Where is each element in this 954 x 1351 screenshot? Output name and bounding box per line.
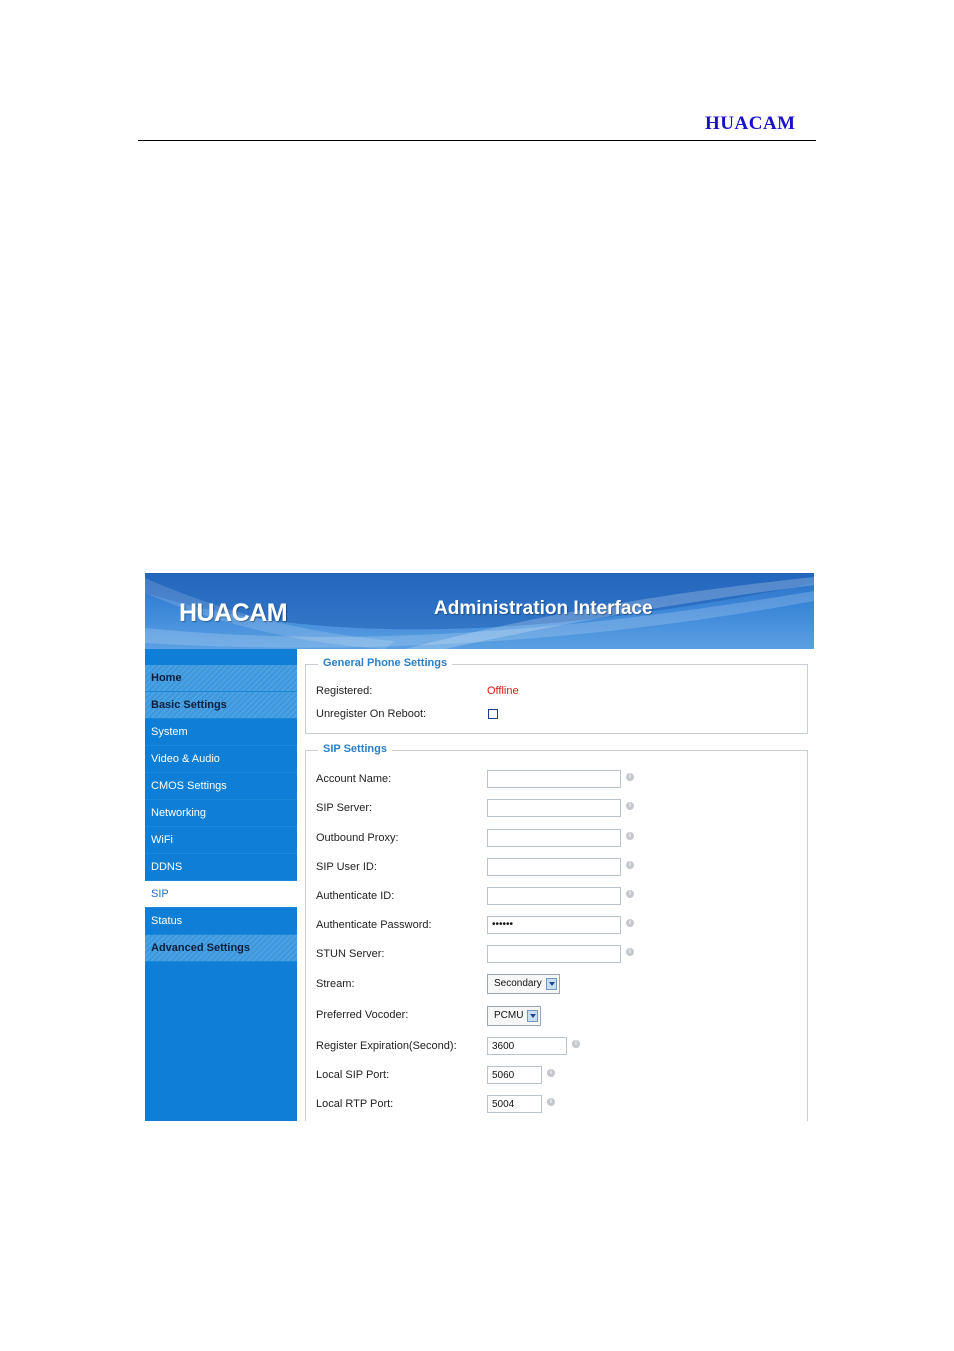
outbound-proxy-label: Outbound Proxy: bbox=[316, 832, 399, 844]
sip-user-id-input[interactable] bbox=[487, 858, 621, 876]
sidebar-item-cmos-settings[interactable]: CMOS Settings bbox=[145, 773, 297, 800]
sidebar-item-video-audio[interactable]: Video & Audio bbox=[145, 746, 297, 773]
sip-server-label: SIP Server: bbox=[316, 802, 373, 814]
preferred-vocoder-select[interactable]: PCMU bbox=[487, 1006, 541, 1026]
authenticate-id-label: Authenticate ID: bbox=[316, 890, 395, 902]
registered-label: Registered: bbox=[316, 685, 373, 697]
local-rtp-port-label: Local RTP Port: bbox=[316, 1098, 394, 1110]
stun-server-input[interactable] bbox=[487, 945, 621, 963]
sip-user-id-label: SIP User ID: bbox=[316, 861, 377, 873]
stream-select[interactable]: Secondary bbox=[487, 974, 560, 994]
document-header-rule bbox=[138, 140, 816, 141]
outbound-proxy-input[interactable] bbox=[487, 829, 621, 847]
admin-banner: HUACAM Administration Interface bbox=[145, 573, 814, 649]
info-icon: i bbox=[626, 919, 634, 927]
sidebar-item-wifi[interactable]: WiFi bbox=[145, 827, 297, 854]
sip-settings-panel: SIP Settings Account Name: i SIP Server:… bbox=[305, 743, 808, 1121]
sidebar-item-networking[interactable]: Networking bbox=[145, 800, 297, 827]
local-sip-port-label: Local SIP Port: bbox=[316, 1069, 390, 1081]
info-icon: i bbox=[572, 1040, 580, 1048]
info-icon: i bbox=[547, 1098, 555, 1106]
stream-label: Stream: bbox=[316, 978, 355, 990]
sip-settings-legend: SIP Settings bbox=[318, 743, 392, 755]
admin-screenshot: HUACAM Administration Interface Home Bas… bbox=[145, 573, 814, 1121]
authenticate-password-input[interactable]: •••••• bbox=[487, 916, 621, 934]
local-sip-port-input[interactable] bbox=[487, 1066, 542, 1084]
info-icon: i bbox=[626, 802, 634, 810]
info-icon: i bbox=[547, 1069, 555, 1077]
account-name-input[interactable] bbox=[487, 770, 621, 788]
info-icon: i bbox=[626, 773, 634, 781]
registered-status: Offline bbox=[487, 685, 519, 697]
info-icon: i bbox=[626, 948, 634, 956]
sidebar-item-status[interactable]: Status bbox=[145, 908, 297, 935]
general-phone-settings-panel: General Phone Settings Registered: Offli… bbox=[305, 657, 808, 734]
banner-logo: HUACAM bbox=[179, 599, 288, 627]
document-header-brand: HUACAM bbox=[705, 113, 796, 134]
general-phone-settings-legend: General Phone Settings bbox=[318, 657, 453, 669]
banner-title: Administration Interface bbox=[434, 598, 653, 619]
sidebar-item-ddns[interactable]: DDNS bbox=[145, 854, 297, 881]
sidebar-item-system[interactable]: System bbox=[145, 719, 297, 746]
register-expiration-input[interactable] bbox=[487, 1037, 567, 1055]
main-content: General Phone Settings Registered: Offli… bbox=[297, 649, 814, 1121]
local-rtp-port-input[interactable] bbox=[487, 1095, 542, 1113]
stun-server-label: STUN Server: bbox=[316, 948, 385, 960]
sidebar-top-spacer bbox=[145, 649, 297, 665]
info-icon: i bbox=[626, 861, 634, 869]
chevron-down-icon bbox=[546, 978, 557, 990]
unregister-on-reboot-checkbox[interactable] bbox=[488, 709, 498, 719]
authenticate-password-label: Authenticate Password: bbox=[316, 919, 432, 931]
info-icon: i bbox=[626, 890, 634, 898]
sidebar: Home Basic Settings System Video & Audio… bbox=[145, 649, 297, 1121]
preferred-vocoder-select-value: PCMU bbox=[494, 1010, 524, 1021]
info-icon: i bbox=[626, 832, 634, 840]
sip-server-input[interactable] bbox=[487, 799, 621, 817]
sidebar-item-advanced-settings[interactable]: Advanced Settings bbox=[145, 935, 297, 962]
register-expiration-label: Register Expiration(Second): bbox=[316, 1040, 457, 1052]
unregister-on-reboot-label: Unregister On Reboot: bbox=[316, 708, 427, 720]
chevron-down-icon bbox=[527, 1010, 538, 1022]
authenticate-id-input[interactable] bbox=[487, 887, 621, 905]
sidebar-item-home[interactable]: Home bbox=[145, 665, 297, 692]
preferred-vocoder-label: Preferred Vocoder: bbox=[316, 1009, 409, 1021]
stream-select-value: Secondary bbox=[494, 978, 542, 989]
sidebar-item-sip[interactable]: SIP bbox=[145, 881, 297, 908]
sidebar-item-basic-settings[interactable]: Basic Settings bbox=[145, 692, 297, 719]
account-name-label: Account Name: bbox=[316, 773, 392, 785]
